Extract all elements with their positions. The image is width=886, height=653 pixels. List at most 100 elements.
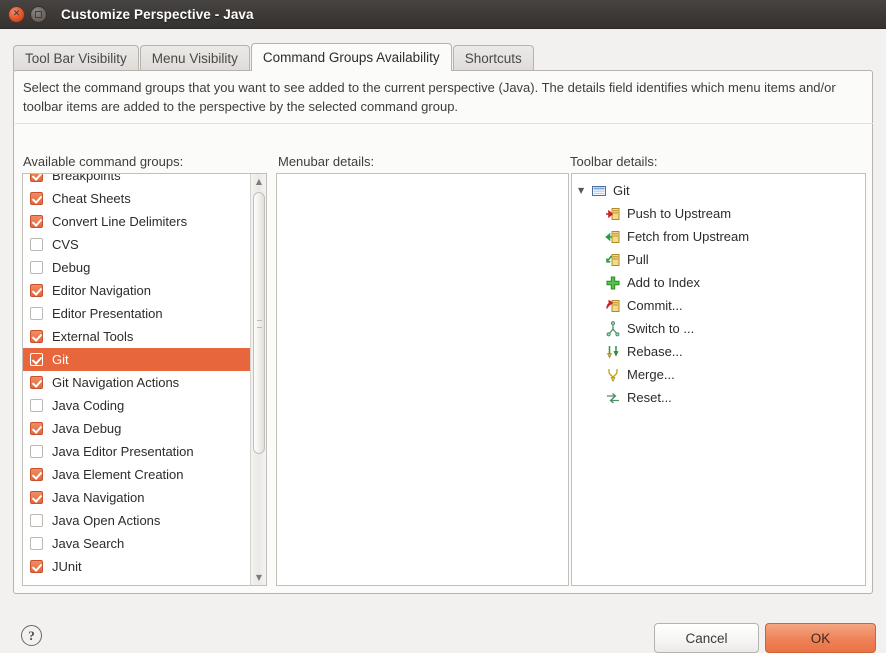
toolbar-tree-item-label: Fetch from Upstream xyxy=(627,229,750,244)
available-command-groups-label: Available command groups: xyxy=(23,154,184,169)
toolbar-tree-item[interactable]: Fetch from Upstream xyxy=(572,225,865,248)
command-group-rows: Breakpoints Cheat Sheets Convert Line Deli… xyxy=(23,173,251,578)
command-group-label: Editor Navigation xyxy=(52,283,151,298)
command-group-row[interactable]: Editor Presentation xyxy=(23,302,251,325)
command-group-checkbox[interactable] xyxy=(30,215,43,228)
toolbar-tree-item-label: Add to Index xyxy=(627,275,700,290)
command-group-label: External Tools xyxy=(52,329,134,344)
menubar-details-label: Menubar details: xyxy=(278,154,375,169)
chevron-down-icon[interactable]: ▼ xyxy=(578,186,591,195)
tab-tool-bar-visibility[interactable]: Tool Bar Visibility xyxy=(13,45,139,71)
command-group-row[interactable]: Java Open Actions xyxy=(23,509,251,532)
command-group-label: Java Search xyxy=(52,536,125,551)
cancel-button[interactable]: Cancel xyxy=(654,623,759,653)
scroll-down-icon[interactable]: ▼ xyxy=(251,570,266,585)
reset-icon xyxy=(605,390,627,406)
toolbar-tree-item-label: Rebase... xyxy=(627,344,683,359)
help-icon[interactable]: ? xyxy=(21,625,42,646)
command-group-row[interactable]: Convert Line Delimiters xyxy=(23,210,251,233)
scroll-up-icon[interactable]: ▲ xyxy=(251,174,266,189)
toolbar-tree-item[interactable]: Merge... xyxy=(572,363,865,386)
command-group-checkbox[interactable] xyxy=(30,174,43,182)
ok-button[interactable]: OK xyxy=(765,623,876,653)
toolbar-details-label: Toolbar details: xyxy=(570,154,658,169)
command-groups-scrollbar[interactable]: ▲ ▼ xyxy=(250,174,266,585)
command-group-checkbox[interactable] xyxy=(30,192,43,205)
command-group-label: Java Editor Presentation xyxy=(52,444,194,459)
command-group-checkbox[interactable] xyxy=(30,514,43,527)
pull-icon xyxy=(605,252,627,268)
command-group-row[interactable]: Git Navigation Actions xyxy=(23,371,251,394)
available-command-groups-list[interactable]: Breakpoints Cheat Sheets Convert Line Deli… xyxy=(22,173,267,586)
command-group-row[interactable]: JUnit xyxy=(23,555,251,578)
close-icon[interactable]: ✕ xyxy=(8,5,25,23)
command-group-checkbox[interactable] xyxy=(30,376,43,389)
command-group-label: Java Navigation xyxy=(52,490,145,505)
toolbar-tree-item[interactable]: Switch to ... xyxy=(572,317,865,340)
tab-strip: Tool Bar Visibility Menu Visibility Comm… xyxy=(13,43,535,71)
menubar-details-tree xyxy=(277,174,568,179)
command-group-row[interactable]: External Tools xyxy=(23,325,251,348)
command-group-checkbox[interactable] xyxy=(30,468,43,481)
toolbar-tree-item[interactable]: Reset... xyxy=(572,386,865,409)
maximize-icon[interactable] xyxy=(30,5,47,23)
command-group-row[interactable]: Java Editor Presentation xyxy=(23,440,251,463)
command-group-checkbox[interactable] xyxy=(30,307,43,320)
toolbar-tree-item[interactable]: Push to Upstream xyxy=(572,202,865,225)
tab-command-groups-availability[interactable]: Command Groups Availability xyxy=(250,43,452,71)
switch-to-icon xyxy=(605,320,627,337)
command-group-checkbox[interactable] xyxy=(30,445,43,458)
menubar-details-list[interactable] xyxy=(276,173,569,586)
toolbar-details-list[interactable]: ▼ Git Push to Upstream Fetch from Upstream P… xyxy=(571,173,866,586)
tab-menu-visibility[interactable]: Menu Visibility xyxy=(139,45,250,71)
command-group-label: Breakpoints xyxy=(52,173,121,183)
window-titlebar: ✕ Customize Perspective - Java xyxy=(0,0,886,29)
command-group-checkbox[interactable] xyxy=(30,353,43,366)
toolbar-icon xyxy=(591,183,613,199)
command-group-row[interactable]: Debug xyxy=(23,256,251,279)
toolbar-tree-item-label: Pull xyxy=(627,252,649,267)
panel-description: Select the command groups that you want … xyxy=(23,80,836,114)
command-group-label: Java Open Actions xyxy=(52,513,161,528)
command-group-checkbox[interactable] xyxy=(30,261,43,274)
command-group-checkbox[interactable] xyxy=(30,399,43,412)
command-group-row[interactable]: Git xyxy=(23,348,251,371)
command-group-checkbox[interactable] xyxy=(30,560,43,573)
toolbar-tree-item-label: Push to Upstream xyxy=(627,206,732,221)
fetch-from-upstream-icon xyxy=(605,229,627,245)
command-group-checkbox[interactable] xyxy=(30,537,43,550)
rebase-icon xyxy=(605,344,627,360)
command-group-label: Java Debug xyxy=(52,421,122,436)
command-group-checkbox[interactable] xyxy=(30,491,43,504)
command-group-label: Git Navigation Actions xyxy=(52,375,180,390)
command-group-row[interactable]: Breakpoints xyxy=(23,173,251,187)
command-group-checkbox[interactable] xyxy=(30,284,43,297)
toolbar-tree-root-node[interactable]: ▼ Git xyxy=(572,179,865,202)
command-group-checkbox[interactable] xyxy=(30,238,43,251)
command-group-row[interactable]: Java Debug xyxy=(23,417,251,440)
command-group-row[interactable]: Cheat Sheets xyxy=(23,187,251,210)
toolbar-tree-item[interactable]: Pull xyxy=(572,248,865,271)
command-group-row[interactable]: CVS xyxy=(23,233,251,256)
command-group-label: Editor Presentation xyxy=(52,306,163,321)
command-group-label: CVS xyxy=(52,237,79,252)
command-group-row[interactable]: Editor Navigation xyxy=(23,279,251,302)
merge-icon xyxy=(605,367,627,383)
scrollbar-thumb[interactable] xyxy=(253,192,265,454)
toolbar-tree-item[interactable]: Add to Index xyxy=(572,271,865,294)
command-group-row[interactable]: Java Coding xyxy=(23,394,251,417)
command-group-checkbox[interactable] xyxy=(30,330,43,343)
window-title: Customize Perspective - Java xyxy=(61,6,254,22)
command-group-row[interactable]: Java Search xyxy=(23,532,251,555)
command-group-label: Java Coding xyxy=(52,398,125,413)
command-group-label: JUnit xyxy=(52,559,82,574)
command-group-label: Cheat Sheets xyxy=(52,191,131,206)
command-group-checkbox[interactable] xyxy=(30,422,43,435)
command-group-row[interactable]: Java Element Creation xyxy=(23,463,251,486)
toolbar-tree-item-label: Switch to ... xyxy=(627,321,695,336)
toolbar-tree-item[interactable]: Rebase... xyxy=(572,340,865,363)
command-group-label: Debug xyxy=(52,260,91,275)
tab-shortcuts[interactable]: Shortcuts xyxy=(452,45,534,71)
toolbar-tree-item[interactable]: Commit... xyxy=(572,294,865,317)
command-group-row[interactable]: Java Navigation xyxy=(23,486,251,509)
